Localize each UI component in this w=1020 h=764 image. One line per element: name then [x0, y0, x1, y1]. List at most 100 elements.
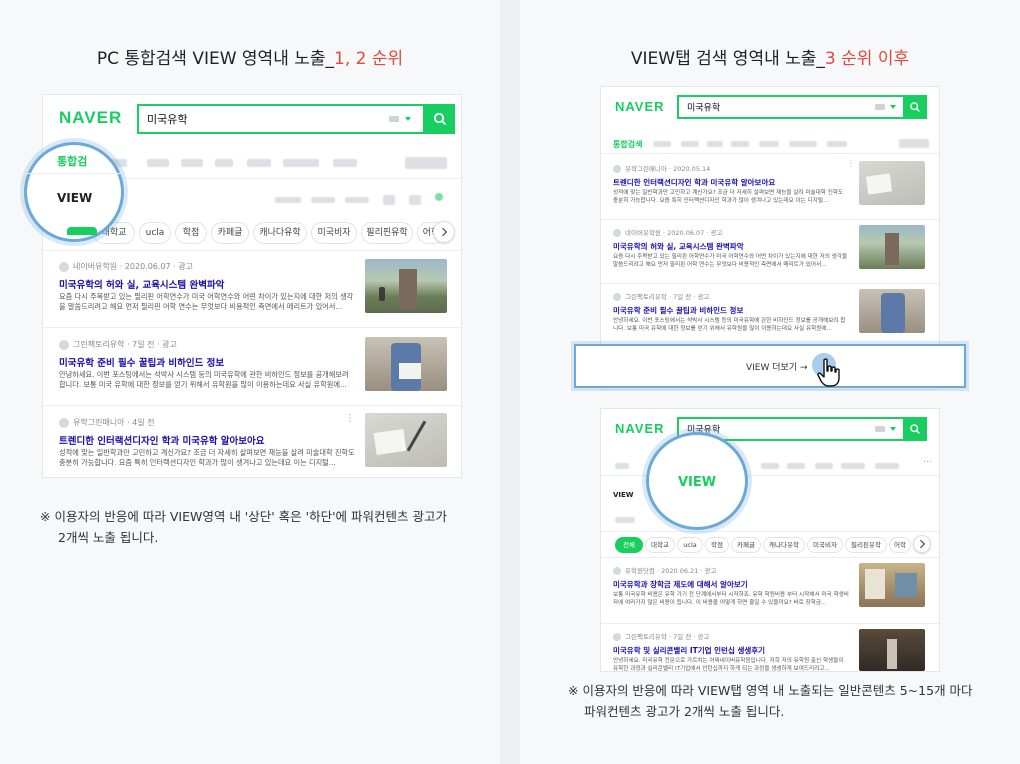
tab-integrated-search[interactable]: 통합검 [57, 153, 87, 169]
naver-logo[interactable]: NAVER [615, 99, 665, 114]
result-item[interactable]: 그린팩토리유학 · 7일 전 · 광고 미국유학 준비 필수 꿀팁과 비하인드 … [601, 287, 939, 343]
result-thumbnail[interactable] [859, 161, 925, 205]
result-thumbnail[interactable] [365, 259, 447, 313]
more-tabs-icon[interactable]: ··· [923, 457, 933, 468]
dropdown-arrow-icon[interactable] [405, 117, 411, 121]
result-title[interactable]: 미국유학 준비 필수 꿀팁과 비하인드 정보 [613, 305, 853, 316]
more-options-icon[interactable]: ⋮ [345, 413, 355, 424]
result-thumbnail[interactable] [859, 563, 925, 607]
result-meta: 유학그린매니아 · 4일 전 [59, 417, 155, 428]
avatar [613, 165, 621, 173]
chip-philippines[interactable]: 필리핀유학 [845, 537, 887, 553]
avatar [59, 339, 69, 350]
chip-ucla[interactable]: ucla [677, 537, 703, 553]
result-item[interactable]: 그린팩토리유학 · 7일 전 · 광고 미국유학 준비 필수 꿀팁과 비하인드 … [43, 333, 461, 399]
chip-visa[interactable]: 미국비자 [807, 537, 843, 553]
result-item[interactable]: 유학그린매니아 · 4일 전 ⋮ 트렌디한 인터랙션디자인 학과 미국유학 알아… [43, 411, 461, 477]
search-button[interactable] [425, 104, 455, 134]
result-title[interactable]: 미국유학 및 실리콘밸리 IT기업 인턴십 생생후기 [613, 645, 853, 656]
chip-visa[interactable]: 미국비자 [311, 222, 357, 244]
more-options-icon[interactable]: ⋮ [847, 159, 855, 168]
keyboard-icon[interactable] [389, 116, 399, 122]
avatar [613, 567, 621, 575]
result-item[interactable]: 그린팩토리유학 · 7일 전 · 광고 미국유학 및 실리콘밸리 IT기업 인턴… [601, 627, 939, 671]
chip-eohak[interactable]: 어학 [889, 537, 911, 553]
avatar [59, 261, 69, 272]
right-title-main: VIEW탭 검색 영역내 노출_ [630, 49, 825, 69]
dropdown-arrow-icon[interactable] [890, 105, 896, 109]
view-more-bar: VIEW 더보기 → [574, 344, 966, 388]
result-desc: 안녕하세요. 이번 포스팅에서는 석박사 시스템 등의 미국유학에 관한 비하인… [59, 370, 349, 390]
avatar [59, 417, 69, 428]
tab-view[interactable]: VIEW [649, 475, 745, 490]
chip-canada[interactable]: 캐나다유학 [253, 222, 307, 244]
avatar [613, 633, 621, 641]
chip-ucla[interactable]: ucla [139, 222, 171, 244]
view-more-button[interactable]: VIEW 더보기 → [746, 360, 808, 373]
result-meta: 유학원닷컴 · 2020.06.21 · 광고 [613, 565, 717, 575]
keyboard-icon[interactable] [875, 104, 885, 110]
right-panel-title: VIEW탭 검색 영역내 노출_3 순위 이후 [520, 44, 1020, 69]
result-title[interactable]: 트렌디한 인터랙션디자인 학과 미국유학 알아보아요 [613, 177, 853, 188]
result-title[interactable]: 미국유학의 허와 실, 교육시스템 완벽파악 [59, 277, 359, 291]
chip-cafe[interactable]: 카페글 [731, 537, 761, 553]
result-item[interactable]: 네이버유학원 · 2020.06.07 · 광고 미국유학의 허와 실, 교육시… [43, 255, 461, 321]
tab-view[interactable]: VIEW [57, 191, 92, 205]
avatar [613, 229, 621, 237]
chip-canada[interactable]: 캐나다유학 [763, 537, 805, 553]
result-meta: 네이버유학원 · 2020.06.07 · 광고 [613, 227, 722, 237]
left-panel: PC 통합검색 VIEW 영역내 노출_1, 2 순위 NAVER 미국유학 대… [0, 0, 500, 764]
tab-integrated-search[interactable]: 통합검색 [613, 139, 642, 150]
chip-hakjeom[interactable]: 학점 [705, 537, 729, 553]
search-query: 미국유학 [687, 103, 721, 114]
result-thumbnail[interactable] [859, 289, 925, 333]
result-item[interactable]: 유학원닷컴 · 2020.06.21 · 광고 미국유학과 장학금 제도에 대해… [601, 561, 939, 619]
view-tab-callout: VIEW [646, 432, 748, 530]
naver-logo[interactable]: NAVER [615, 421, 665, 436]
result-meta: 그린팩토리유학 · 7일 전 · 광고 [613, 291, 709, 301]
dropdown-arrow-icon[interactable] [890, 427, 896, 431]
left-search-card: NAVER 미국유학 대학교 ucla 학점 카페글 캐나다유학 미국비자 필리… [42, 94, 462, 478]
result-thumbnail[interactable] [859, 629, 925, 671]
result-desc: 안녕하세요. 이번 포스팅에서는 석박사 시스템 등의 미국유학에 관한 비하인… [613, 318, 846, 333]
left-panel-title: PC 통합검색 VIEW 영역내 노출_1, 2 순위 [0, 44, 500, 69]
search-icon [910, 102, 920, 112]
result-thumbnail[interactable] [365, 413, 447, 467]
search-button[interactable] [903, 95, 927, 119]
result-desc: 성적에 맞는 일반학과만 고민하고 계신가요? 조금 더 자세히 살펴보면 재능… [59, 448, 355, 468]
chip-daehakgyo[interactable]: 대학교 [645, 537, 675, 553]
result-item[interactable]: 네이버유학원 · 2020.06.07 · 광고 미국유학의 허와 실, 교육시… [601, 223, 939, 279]
view-section-label: VIEW [613, 491, 634, 499]
search-input[interactable]: 미국유학 [677, 95, 907, 119]
right-note: ※ 이용자의 반응에 따라 VIEW탭 영역 내 노출되는 일반콘텐츠 5~15… [568, 683, 973, 720]
result-desc: 요즘 다시 주목받고 있는 필리핀 어학연수가 미국 어학연수와 어떤 차이가 … [59, 292, 354, 312]
result-title[interactable]: 트렌디한 인터랙션디자인 학과 미국유학 알아보아요 [59, 433, 359, 447]
hand-pointer-icon [817, 358, 840, 387]
result-desc: 성적에 맞는 일반학과만 고민하고 계신가요? 조금 더 자세히 살펴보면 재능… [613, 190, 844, 205]
result-thumbnail[interactable] [859, 225, 925, 269]
result-title[interactable]: 미국유학과 장학금 제도에 대해서 알아보기 [613, 579, 853, 590]
result-meta: 그린팩토리유학 · 7일 전 · 광고 [59, 339, 177, 350]
result-title[interactable]: 미국유학 준비 필수 꿀팁과 비하인드 정보 [59, 355, 359, 369]
result-desc: 요즘 다시 주목받고 있는 필리핀 어학연수가 미국 어학연수와 어떤 차이가 … [613, 254, 848, 269]
search-input[interactable]: 미국유학 [137, 104, 425, 134]
chip-next-button[interactable] [433, 221, 455, 243]
chip-next-button[interactable] [913, 535, 931, 553]
right-title-highlight: 3 순위 이후 [824, 49, 910, 69]
search-button[interactable] [903, 417, 927, 441]
avatar [613, 293, 621, 301]
result-desc: 안녕하세요. 미국유학 전문으로 가르치는 어쩌네이버유학원입니다. 저희 저의… [613, 658, 844, 671]
result-item[interactable]: 유학그린매니아 · 2020.05.14 ⋮ 트렌디한 인터랙션디자인 학과 미… [601, 159, 939, 215]
result-desc: 보통 미국유학 비용은 유학 가기 전 단계에서부터 시작하죠. 유학 학원비용… [613, 592, 849, 607]
result-meta: 유학그린매니아 · 2020.05.14 [613, 163, 710, 173]
result-title[interactable]: 미국유학의 허와 실, 교육시스템 완벽파악 [613, 241, 853, 252]
result-thumbnail[interactable] [365, 337, 447, 391]
left-title-main: PC 통합검색 VIEW 영역내 노출_ [96, 49, 335, 69]
chip-hakjeom[interactable]: 학점 [175, 222, 207, 244]
keyboard-icon[interactable] [875, 426, 885, 432]
chip-cafe[interactable]: 카페글 [211, 222, 249, 244]
chip-all[interactable]: 전체 [615, 537, 643, 553]
naver-logo[interactable]: NAVER [59, 108, 122, 128]
chip-philippines[interactable]: 필리핀유학 [361, 222, 413, 244]
view-tab-card-bottom: NAVER 미국유학 ··· VIEW 전체 대학교 ucla 학점 카페글 캐… [600, 408, 940, 672]
